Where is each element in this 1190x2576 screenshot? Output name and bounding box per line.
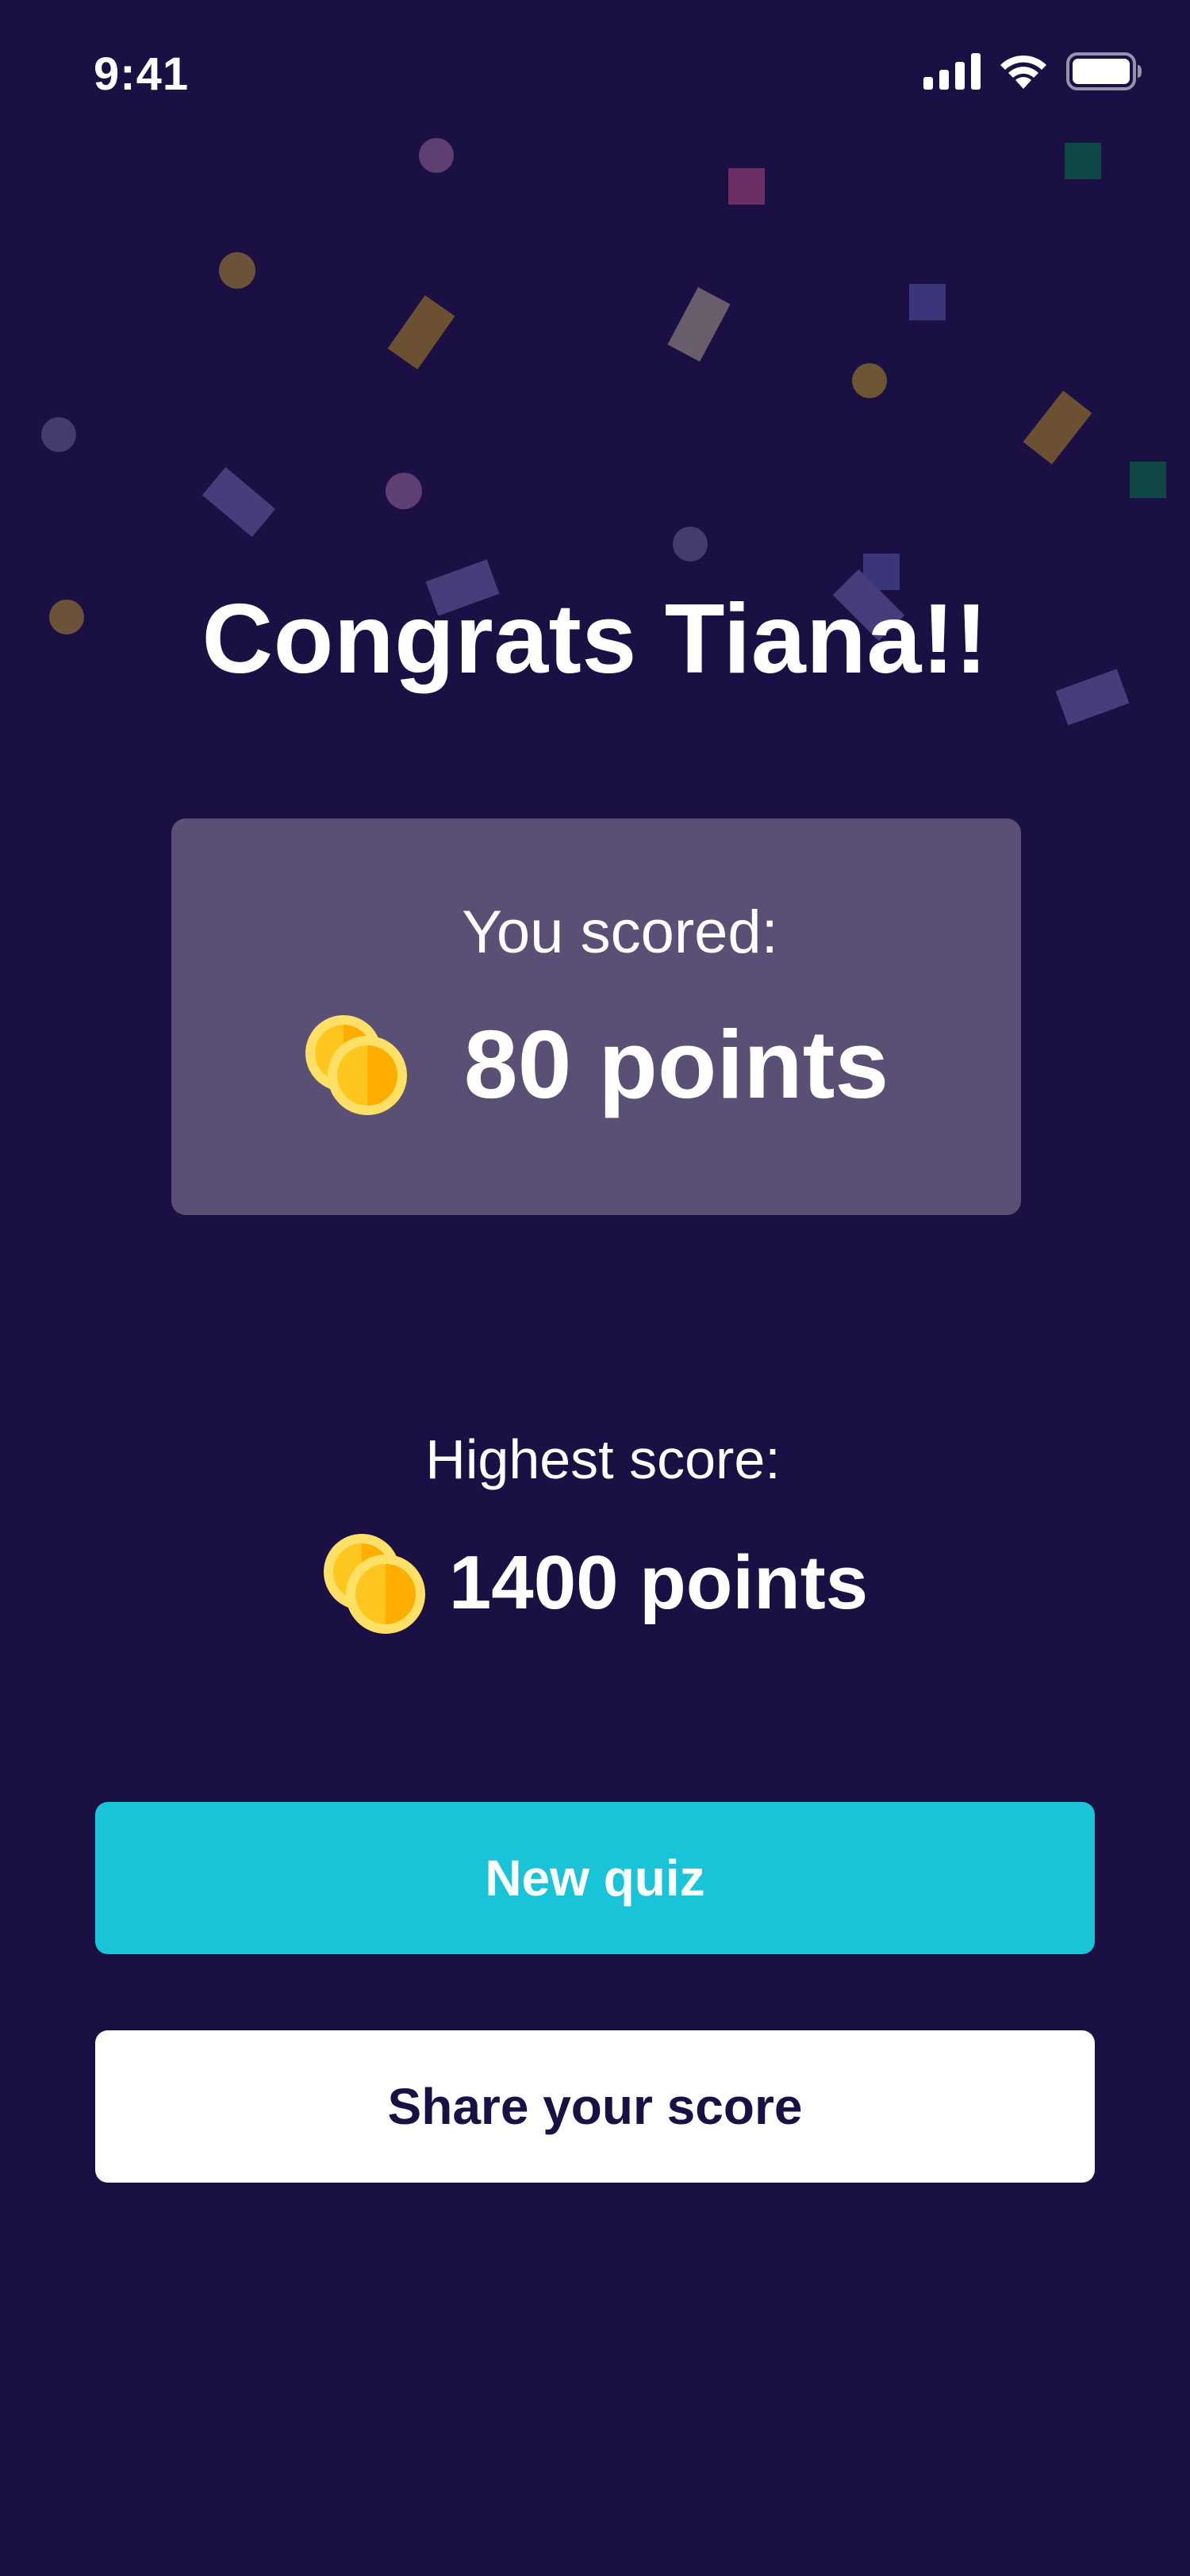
status-time: 9:41 (94, 48, 190, 100)
confetti-square (1065, 143, 1101, 179)
confetti-bar (667, 287, 731, 362)
score-row: 80 points (171, 1009, 1021, 1120)
confetti-dot (41, 417, 76, 452)
congrats-title: Congrats Tiana!! (202, 585, 988, 694)
confetti-bar (1023, 390, 1092, 465)
score-card: You scored: 80 points (171, 818, 1021, 1215)
highest-score-label: Highest score: (425, 1428, 781, 1490)
battery-icon (1066, 52, 1142, 90)
share-score-button[interactable]: Share your score (95, 2030, 1095, 2183)
confetti-dot (219, 252, 255, 289)
confetti-dot (419, 138, 454, 173)
confetti-square (728, 168, 765, 205)
wifi-icon (1000, 55, 1046, 89)
coins-icon (305, 1015, 407, 1115)
confetti-dot (673, 527, 708, 562)
status-icons (923, 52, 1142, 90)
highest-score-row: 1400 points (0, 1531, 1190, 1635)
confetti-dot (852, 363, 887, 398)
score-label: You scored: (462, 899, 778, 966)
confetti-bar (387, 295, 455, 370)
confetti-bar (202, 467, 276, 537)
new-quiz-button[interactable]: New quiz (95, 1802, 1095, 1954)
confetti-square (909, 284, 946, 320)
confetti-dot (386, 473, 422, 509)
confetti-square (1130, 462, 1166, 498)
highest-score-value: 1400 points (448, 1540, 869, 1625)
status-bar: 9:41 (0, 0, 1190, 151)
coins-icon (323, 1534, 425, 1634)
score-value: 80 points (463, 1010, 889, 1118)
quiz-result-screen: 9:41 Congrats Tiana!! You scored: 80 poi… (0, 0, 1190, 2576)
cellular-signal-icon (923, 53, 981, 90)
